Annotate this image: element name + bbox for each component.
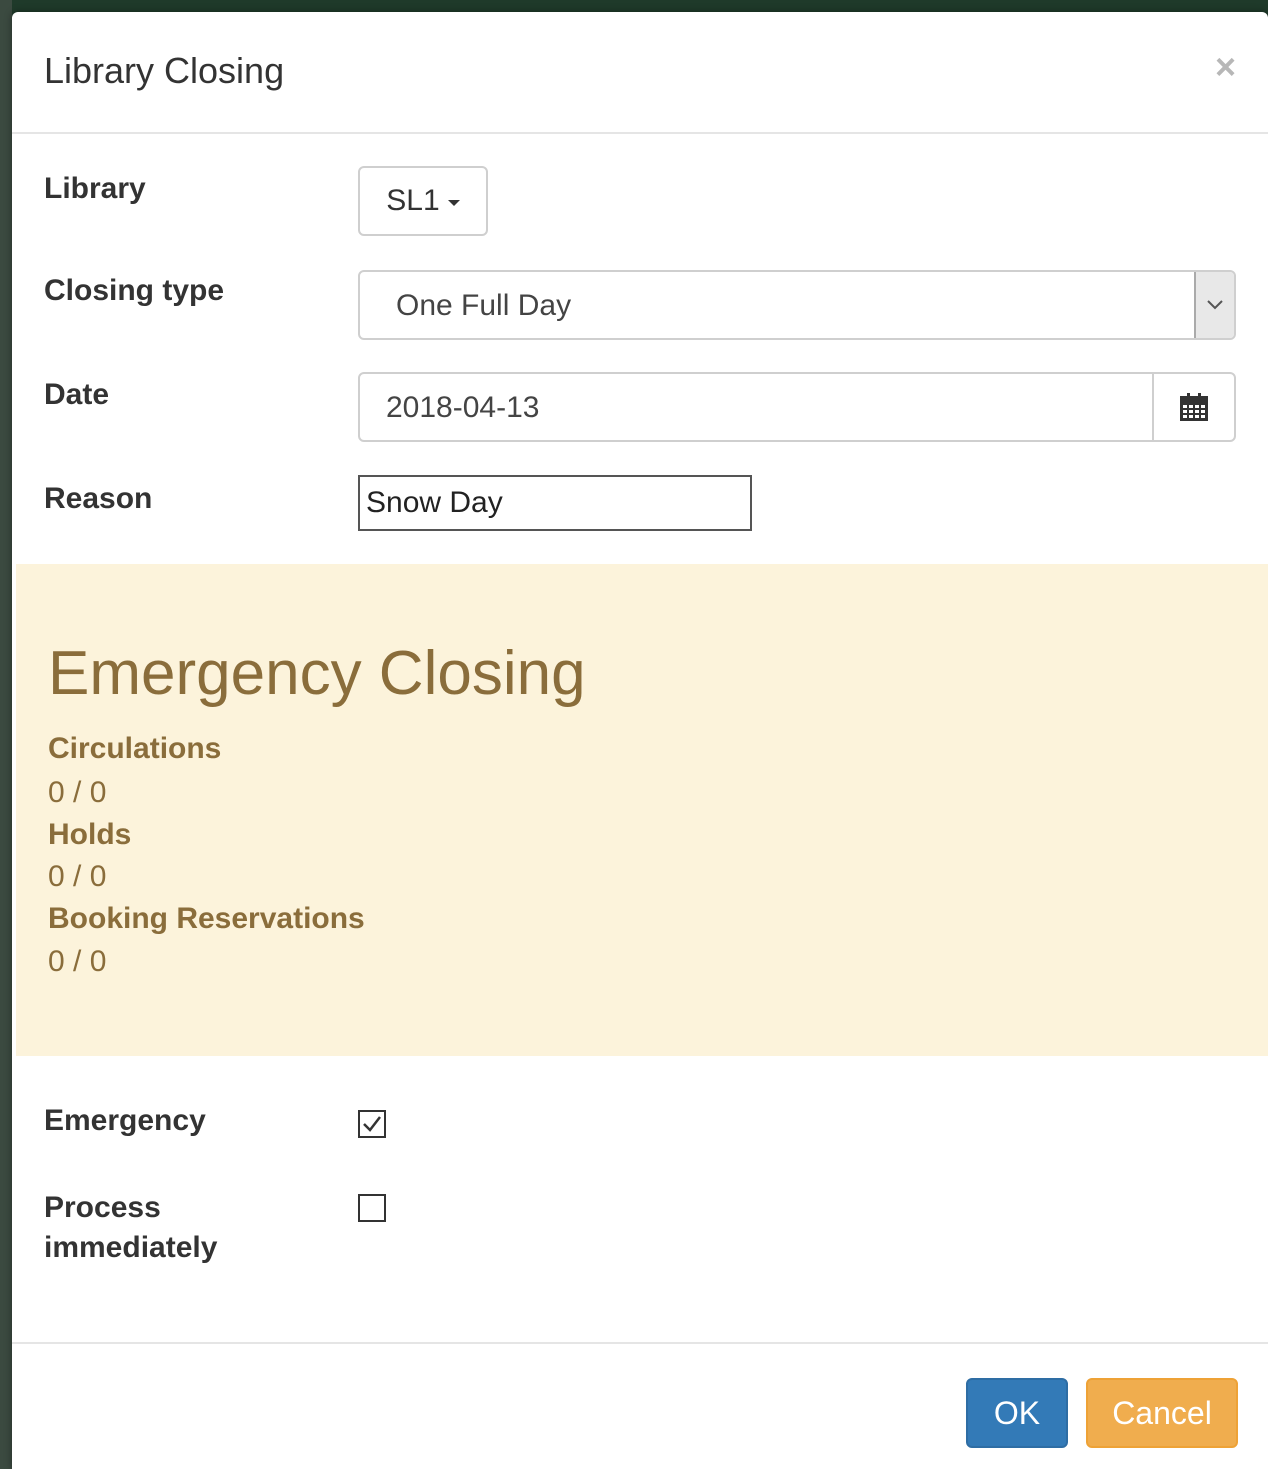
chevron-down-icon[interactable] (1194, 272, 1234, 338)
cancel-button[interactable]: Cancel (1086, 1378, 1238, 1448)
date-label: Date (44, 378, 110, 411)
calendar-icon (1180, 393, 1208, 421)
emergency-closing-alert: Emergency Closing Circulations 0 / 0 Hol… (16, 564, 1268, 1056)
library-label: Library (44, 172, 146, 205)
closing-type-label: Closing type (44, 274, 225, 307)
booking-reservations-value: 0 / 0 (48, 945, 107, 978)
date-value: 2018-04-13 (386, 391, 540, 424)
reason-label: Reason (44, 482, 153, 515)
reason-input[interactable] (358, 475, 752, 531)
process-label-line1: Process (44, 1191, 161, 1224)
caret-down-icon (447, 200, 460, 206)
dialog-footer: OK Cancel (12, 1342, 1268, 1469)
circulations-value: 0 / 0 (48, 776, 107, 809)
closing-type-select[interactable]: One Full Day (358, 270, 1236, 340)
library-dropdown-button[interactable]: SL1 (358, 166, 488, 236)
close-icon[interactable]: × (1215, 46, 1236, 88)
holds-value: 0 / 0 (48, 860, 107, 893)
closing-type-value: One Full Day (396, 289, 572, 322)
page-backdrop (0, 0, 12, 1469)
circulations-label: Circulations (48, 732, 222, 765)
alert-title: Emergency Closing (48, 639, 586, 708)
emergency-checkbox[interactable] (358, 1110, 386, 1138)
booking-reservations-label: Booking Reservations (48, 902, 365, 935)
process-label-line2: immediately (44, 1231, 218, 1264)
dialog-header: Library Closing × (12, 12, 1268, 134)
library-value: SL1 (386, 184, 440, 217)
emergency-label: Emergency (44, 1104, 206, 1137)
calendar-button[interactable] (1152, 372, 1236, 442)
dialog-title: Library Closing (44, 50, 285, 91)
holds-label: Holds (48, 818, 132, 851)
date-input[interactable]: 2018-04-13 (358, 372, 1154, 442)
checkmark-icon (363, 1116, 381, 1132)
library-closing-dialog: Library Closing × Library SL1 Closing ty… (12, 12, 1268, 1469)
process-immediately-label: Process immediately (44, 1188, 217, 1268)
process-immediately-checkbox[interactable] (358, 1194, 386, 1222)
ok-button[interactable]: OK (966, 1378, 1068, 1448)
